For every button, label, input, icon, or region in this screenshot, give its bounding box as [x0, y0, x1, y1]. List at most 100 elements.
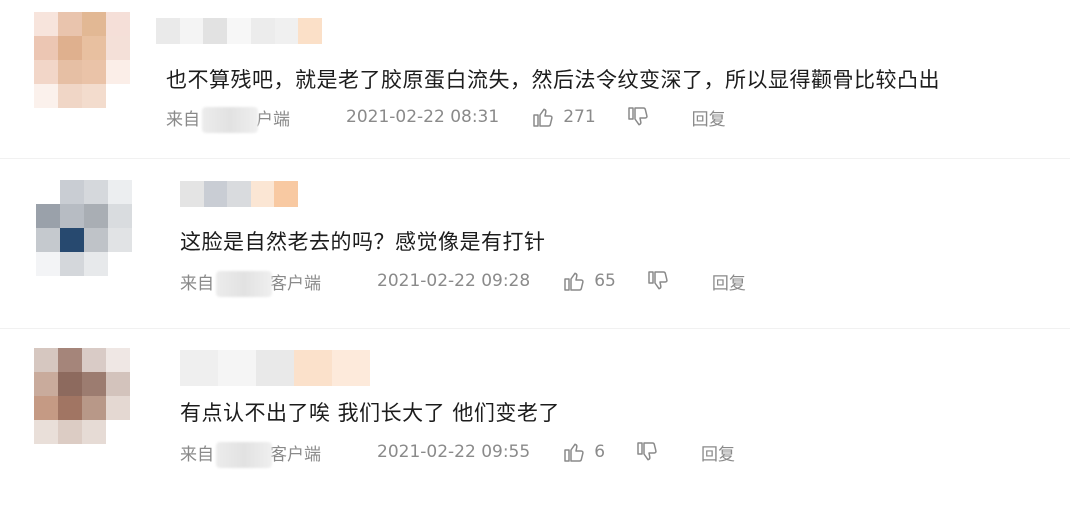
avatar-pixel	[36, 252, 60, 276]
avatar-pixel	[106, 348, 130, 372]
avatar-pixel	[58, 60, 82, 84]
avatar-pixel	[108, 204, 132, 228]
comment-text: 有点认不出了唉 我们长大了 他们变老了	[180, 401, 560, 425]
avatar-pixel	[34, 372, 58, 396]
like-button[interactable]: 65	[562, 269, 616, 293]
blurred-client-name	[216, 441, 272, 468]
avatar-pixel	[84, 204, 108, 228]
username[interactable]	[156, 18, 322, 44]
avatar-pixel	[106, 396, 130, 420]
reply-button[interactable]: 回复	[701, 440, 735, 465]
comment-meta: 来自 客户端 2021-02-22 09:28 65 回复	[180, 266, 746, 297]
avatar-pixel	[34, 36, 58, 60]
divider	[0, 328, 1070, 329]
like-button[interactable]: 271	[531, 105, 596, 129]
avatar-pixel	[82, 60, 106, 84]
avatar-pixel	[34, 84, 58, 108]
avatar-pixel	[34, 348, 58, 372]
avatar-pixel	[60, 204, 84, 228]
username-pixel	[180, 350, 218, 386]
divider	[0, 158, 1070, 159]
thumbs-up-icon	[564, 272, 584, 291]
avatar-pixel	[106, 420, 130, 444]
reply-button[interactable]: 回复	[692, 105, 726, 130]
blurred-client-name	[202, 106, 258, 133]
avatar-pixel	[82, 84, 106, 108]
username[interactable]	[180, 181, 298, 207]
avatar-pixel	[60, 252, 84, 276]
username-pixel	[227, 181, 251, 207]
avatar-pixel	[34, 396, 58, 420]
username-pixel	[179, 18, 204, 44]
avatar-pixel	[108, 180, 132, 204]
avatar-pixel	[58, 396, 82, 420]
username-pixel	[274, 18, 299, 44]
username-pixel	[294, 350, 332, 386]
dislike-button[interactable]	[646, 269, 670, 293]
avatar-pixel	[36, 228, 60, 252]
dislike-button[interactable]	[626, 105, 650, 129]
like-button[interactable]: 6	[562, 440, 605, 464]
avatar-pixel	[84, 180, 108, 204]
blurred-client-name	[216, 270, 272, 297]
comment-meta: 来自 户端 2021-02-22 08:31 271 回复	[166, 102, 726, 133]
avatar-pixel	[84, 252, 108, 276]
timestamp: 2021-02-22 09:55	[377, 442, 531, 462]
thumbs-down-icon	[637, 442, 657, 461]
username[interactable]	[180, 350, 370, 386]
avatar-pixel	[106, 60, 130, 84]
avatar-pixel	[108, 228, 132, 252]
avatar[interactable]	[36, 180, 132, 276]
avatar-pixel	[60, 180, 84, 204]
avatar-pixel	[60, 228, 84, 252]
avatar-pixel	[82, 372, 106, 396]
avatar-pixel	[82, 420, 106, 444]
avatar-pixel	[82, 348, 106, 372]
username-pixel	[332, 350, 370, 386]
dislike-button[interactable]	[635, 440, 659, 464]
source-label: 来自 客户端	[180, 269, 321, 297]
source-label: 来自 客户端	[180, 440, 321, 468]
timestamp: 2021-02-22 09:28	[377, 271, 531, 291]
avatar-pixel	[106, 12, 130, 36]
avatar-pixel	[106, 84, 130, 108]
source-label: 来自 户端	[166, 105, 290, 133]
username-pixel	[274, 181, 298, 207]
username-pixel	[250, 181, 275, 207]
avatar-pixel	[84, 228, 108, 252]
timestamp: 2021-02-22 08:31	[346, 107, 500, 127]
username-pixel	[298, 18, 322, 44]
username-pixel	[180, 181, 204, 207]
username-pixel	[256, 350, 294, 386]
avatar-pixel	[82, 36, 106, 60]
comment-text: 这脸是自然老去的吗？感觉像是有打针	[180, 230, 546, 254]
avatar-pixel	[82, 396, 106, 420]
avatar-pixel	[106, 36, 130, 60]
like-count: 65	[594, 271, 616, 291]
avatar-pixel	[34, 12, 58, 36]
username-pixel	[218, 350, 256, 386]
comment-meta: 来自 客户端 2021-02-22 09:55 6 回复	[180, 437, 735, 468]
username-pixel	[203, 181, 228, 207]
avatar-pixel	[36, 204, 60, 228]
thumbs-up-icon	[564, 443, 584, 462]
avatar-pixel	[58, 348, 82, 372]
avatar-pixel	[58, 84, 82, 108]
avatar-pixel	[58, 372, 82, 396]
reply-button[interactable]: 回复	[712, 269, 746, 294]
avatar[interactable]	[34, 348, 130, 444]
avatar[interactable]	[34, 12, 130, 108]
thumbs-up-icon	[533, 108, 553, 127]
avatar-pixel	[34, 420, 58, 444]
avatar-pixel	[58, 420, 82, 444]
like-count: 6	[594, 442, 606, 462]
avatar-pixel	[58, 12, 82, 36]
avatar-pixel	[34, 60, 58, 84]
comment-text: 也不算残吧，就是老了胶原蛋白流失，然后法令纹变深了，所以显得颧骨比较凸出	[166, 68, 940, 92]
avatar-pixel	[36, 180, 60, 204]
avatar-pixel	[108, 252, 132, 276]
thumbs-down-icon	[648, 271, 668, 290]
username-pixel	[156, 18, 180, 44]
username-pixel	[250, 18, 275, 44]
username-pixel	[227, 18, 251, 44]
